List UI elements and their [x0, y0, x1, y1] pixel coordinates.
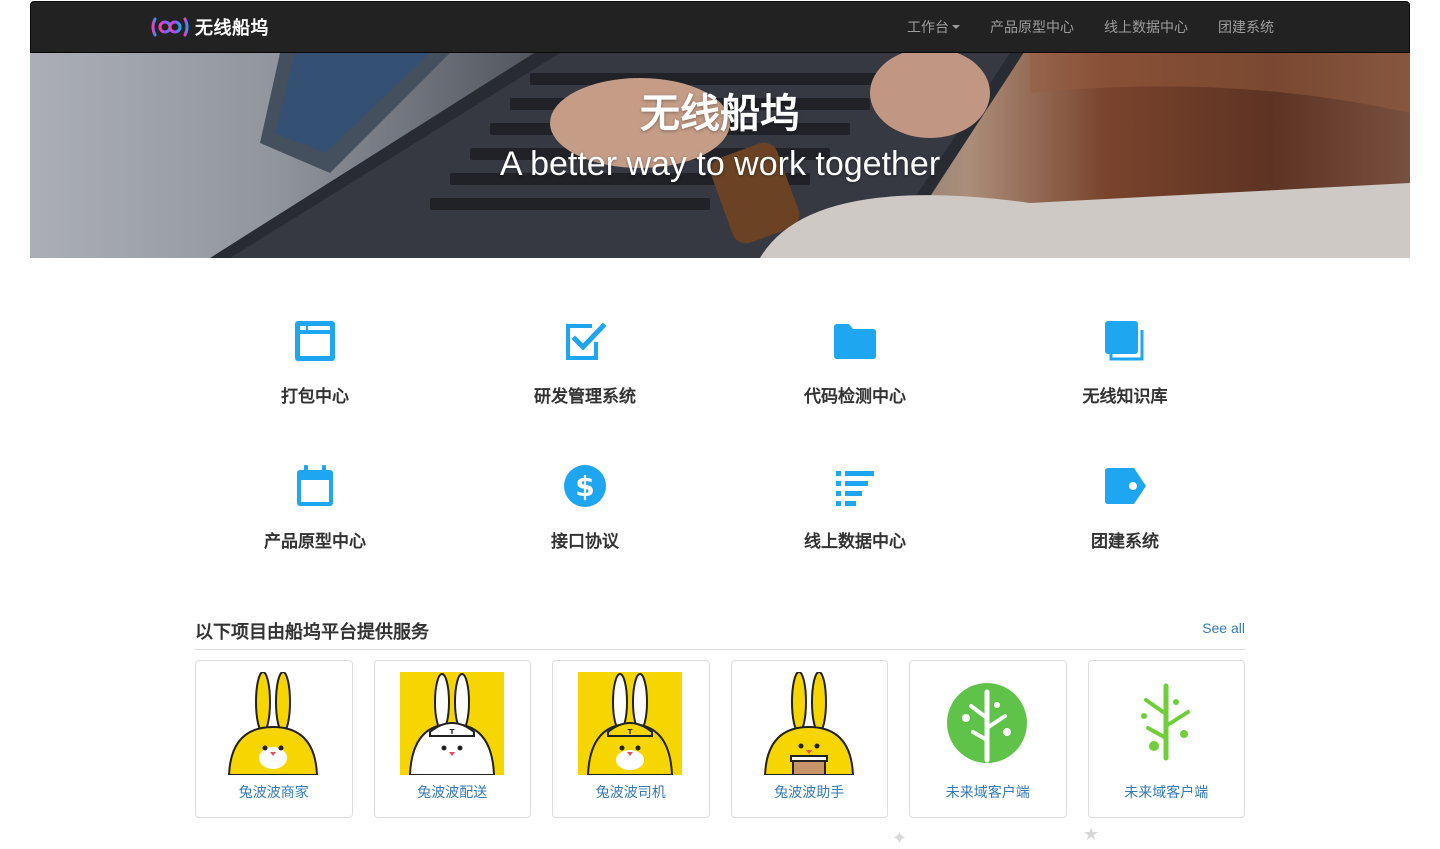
nav-item-label: 产品原型中心 — [990, 19, 1074, 35]
nav-item-prototype-center[interactable]: 产品原型中心 — [990, 17, 1074, 37]
tag-icon — [1105, 468, 1146, 504]
window-icon — [295, 321, 335, 361]
brand-name: 无线船坞 — [195, 18, 269, 38]
folder-icon — [834, 324, 876, 359]
rabbit-yellow-cup-image — [763, 672, 854, 775]
project-card-label: 兔波波司机 — [595, 784, 666, 800]
feature-packaging-center[interactable]: 打包中心 — [180, 300, 450, 445]
nav-item-workbench[interactable]: 工作台 — [907, 17, 960, 37]
feature-online-data-center[interactable]: 线上数据中心 — [720, 445, 990, 590]
nav-menu: 工作台 产品原型中心 线上数据中心 团建系统 — [877, 2, 1274, 52]
project-card-tubobo-assistant[interactable]: 兔波波助手 — [730, 660, 888, 818]
hero-title: 无线船坞 — [640, 92, 800, 136]
feature-prototype-center[interactable]: 产品原型中心 — [180, 445, 450, 590]
project-card-label: 未来域客户端 — [945, 784, 1030, 800]
feature-label: 打包中心 — [281, 387, 349, 406]
brand-logo-icon — [151, 17, 189, 37]
nav-item-label: 团建系统 — [1218, 19, 1274, 35]
decorative-star-icon: ★ — [1083, 824, 1100, 844]
project-cards: 兔波波商家 T 兔波波配送 T 兔波波司机 兔波波助手 未来域客户端 未来域客户… — [195, 660, 1245, 818]
checkbox-icon — [566, 322, 607, 360]
projects-header: 以下项目由船坞平台提供服务 See all — [195, 612, 1245, 650]
feature-grid: 打包中心 研发管理系统 代码检测中心 无线知识库 产品原型中心 $ 接口协议 线… — [180, 300, 1260, 590]
svg-text:T: T — [628, 728, 633, 736]
feature-team-building[interactable]: 团建系统 — [990, 445, 1260, 590]
tree-circle-green-image — [947, 683, 1027, 763]
feature-label: 研发管理系统 — [534, 387, 636, 406]
feature-label: 代码检测中心 — [804, 387, 906, 406]
feature-api-protocol[interactable]: $ 接口协议 — [450, 445, 720, 590]
rabbit-yellow-cap-image: T — [578, 672, 682, 775]
svg-text:$: $ — [575, 470, 594, 503]
project-card-tubobo-delivery[interactable]: T 兔波波配送 — [373, 660, 531, 818]
nav-item-team-building[interactable]: 团建系统 — [1218, 17, 1274, 37]
stacked-pages-icon — [1105, 321, 1144, 361]
feature-label: 接口协议 — [551, 532, 619, 551]
top-navbar: 无线船坞 工作台 产品原型中心 线上数据中心 团建系统 — [30, 1, 1410, 53]
caret-down-icon — [952, 25, 960, 29]
feature-label: 产品原型中心 — [264, 532, 366, 551]
tree-green-image — [1140, 683, 1190, 761]
list-icon — [836, 471, 874, 506]
hero-subtitle: A better way to work together — [499, 145, 941, 183]
feature-label: 团建系统 — [1091, 532, 1159, 551]
brand[interactable]: 无线船坞 — [151, 2, 269, 52]
project-card-future-domain-client[interactable]: 未来域客户端 — [909, 660, 1067, 818]
nav-item-online-data-center[interactable]: 线上数据中心 — [1104, 17, 1188, 37]
rabbit-white-cap-image: T — [399, 672, 504, 775]
project-card-label: 兔波波助手 — [774, 784, 845, 800]
project-card-label: 兔波波商家 — [238, 784, 309, 800]
project-card-label: 兔波波配送 — [417, 784, 488, 800]
project-card-label: 未来域客户端 — [1124, 784, 1209, 800]
project-card-tubobo-driver[interactable]: T 兔波波司机 — [552, 660, 710, 818]
nav-item-label: 工作台 — [907, 19, 949, 35]
feature-code-inspection[interactable]: 代码检测中心 — [720, 300, 990, 445]
project-card-future-domain-client-2[interactable]: 未来域客户端 — [1087, 660, 1245, 818]
feature-label: 线上数据中心 — [804, 532, 906, 551]
svg-text:T: T — [449, 728, 454, 736]
see-all-link[interactable]: See all — [1202, 620, 1245, 636]
nav-item-label: 线上数据中心 — [1104, 19, 1188, 35]
feature-label: 无线知识库 — [1082, 387, 1168, 406]
projects-title: 以下项目由船坞平台提供服务 — [195, 622, 429, 642]
hero-banner: 无线船坞 A better way to work together — [30, 53, 1410, 258]
calendar-icon — [297, 465, 333, 506]
feature-knowledge-base[interactable]: 无线知识库 — [990, 300, 1260, 445]
decorative-star-icon: ✦ — [892, 828, 908, 848]
dollar-circle-icon: $ — [564, 465, 606, 507]
rabbit-yellow-image — [227, 672, 319, 775]
project-card-tubobo-merchant[interactable]: 兔波波商家 — [195, 660, 353, 818]
feature-rd-management[interactable]: 研发管理系统 — [450, 300, 720, 445]
